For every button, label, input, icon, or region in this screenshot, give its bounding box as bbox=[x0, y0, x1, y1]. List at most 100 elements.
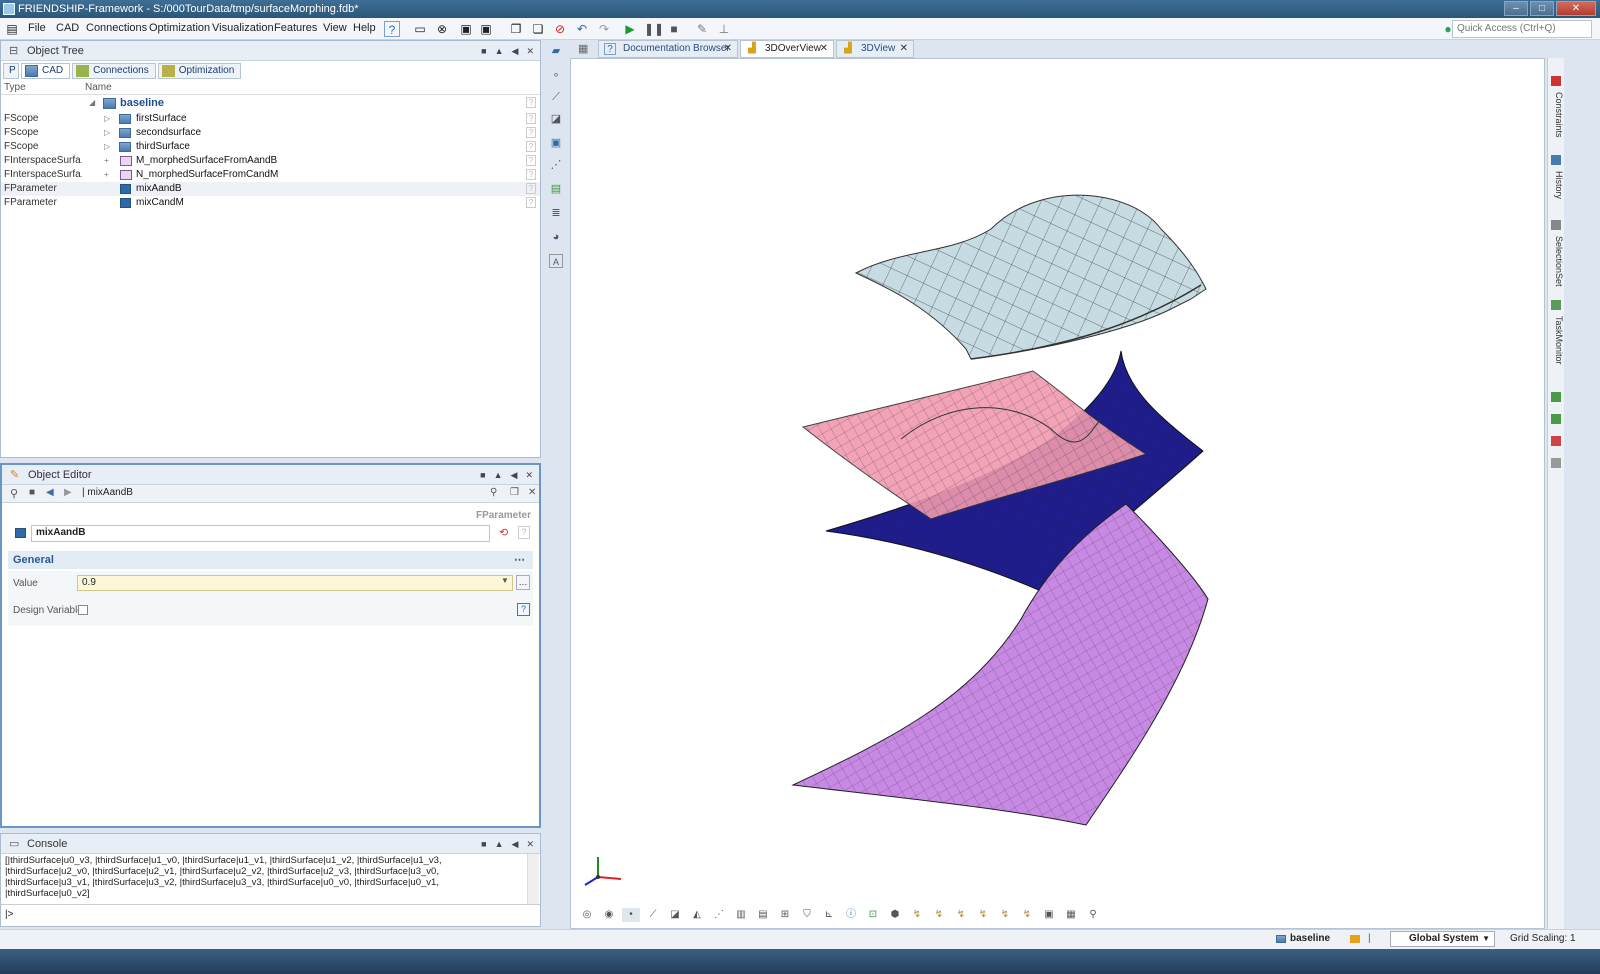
app-menu-icon[interactable]: ▤ bbox=[4, 21, 20, 37]
text-icon[interactable]: A bbox=[549, 254, 563, 268]
view-bottom-icon[interactable]: ↯ bbox=[974, 908, 992, 922]
menu-features[interactable]: Features bbox=[274, 22, 317, 34]
maximize-button[interactable]: □ bbox=[1530, 1, 1554, 16]
expand-icon[interactable]: + bbox=[104, 154, 109, 168]
image-icon[interactable]: ▣ bbox=[549, 136, 563, 150]
tree-row[interactable]: FParameter mixCandM ? bbox=[1, 196, 540, 210]
tab-3dview[interactable]: ▟ 3DView ✕ bbox=[836, 40, 914, 58]
copy-icon[interactable]: ❐ bbox=[508, 21, 524, 37]
panel-max-icon[interactable]: ▲ bbox=[495, 834, 504, 854]
panel-restore-icon[interactable]: ■ bbox=[480, 465, 485, 485]
section-general[interactable]: General ⋯ bbox=[8, 551, 533, 569]
undo-icon[interactable]: ↶ bbox=[574, 21, 590, 37]
tab-close-icon[interactable]: ✕ bbox=[900, 41, 908, 57]
view-section-icon[interactable]: ▥ bbox=[732, 908, 750, 922]
stop-icon[interactable]: ■ bbox=[666, 21, 682, 37]
view-point-icon[interactable]: ◎ bbox=[578, 908, 596, 922]
layers-icon[interactable]: ≣ bbox=[549, 206, 563, 220]
tab-close-icon[interactable]: ✕ bbox=[724, 41, 732, 57]
stop-icon[interactable]: ■ bbox=[29, 487, 35, 498]
help-icon[interactable]: ? bbox=[517, 603, 530, 616]
grid-icon[interactable]: ▦ bbox=[1062, 908, 1080, 922]
small-tool-icon[interactable] bbox=[1551, 414, 1561, 424]
panel-restore-icon[interactable]: ■ bbox=[481, 41, 486, 61]
tree-row[interactable]: FScope ▷ secondsurface ? bbox=[1, 126, 540, 140]
view-front-icon[interactable]: ↯ bbox=[908, 908, 926, 922]
quick-access-input[interactable]: Quick Access (Ctrl+Q) bbox=[1452, 20, 1592, 38]
tree-root-row[interactable]: ◢ baseline ? bbox=[1, 96, 540, 112]
object-name-field[interactable]: mixAandB bbox=[31, 525, 490, 542]
tab-connections[interactable]: Connections bbox=[72, 63, 156, 79]
view-lock-icon[interactable]: ⊡ bbox=[864, 908, 882, 922]
close-icon[interactable]: ✕ bbox=[528, 487, 536, 498]
view-cube-icon[interactable]: ⬢ bbox=[886, 908, 904, 922]
view-dot-icon[interactable]: • bbox=[622, 908, 640, 922]
view-left-icon[interactable]: ↯ bbox=[996, 908, 1014, 922]
panel-min-icon[interactable]: ◀ bbox=[512, 41, 519, 61]
pause-icon[interactable]: ❚❚ bbox=[644, 21, 664, 37]
expand-icon[interactable]: + bbox=[104, 168, 109, 182]
panel-min-icon[interactable]: ◀ bbox=[511, 465, 518, 485]
paste-icon[interactable]: ❏ bbox=[530, 21, 546, 37]
expand-icon[interactable]: ▷ bbox=[104, 126, 110, 140]
save-icon[interactable]: ▣ bbox=[458, 21, 474, 37]
collapse-icon[interactable]: ◢ bbox=[89, 96, 95, 110]
point-icon[interactable]: ∘ bbox=[549, 68, 563, 82]
dropdown-icon[interactable]: ▼ bbox=[501, 576, 509, 585]
help-icon[interactable]: ? bbox=[526, 183, 536, 194]
stop-sign-icon[interactable]: ⊘ bbox=[552, 21, 568, 37]
view-top-icon[interactable]: ↯ bbox=[952, 908, 970, 922]
menu-file[interactable]: File bbox=[28, 22, 46, 34]
line-icon[interactable]: ⋰ bbox=[549, 158, 563, 172]
coordinate-system-select[interactable]: Global System ▼ bbox=[1390, 931, 1495, 947]
tab-documentation-browser[interactable]: ? Documentation Browser ✕ bbox=[598, 40, 738, 58]
column-type[interactable]: Type bbox=[4, 82, 26, 93]
small-tool-icon[interactable] bbox=[1551, 436, 1561, 446]
view-line-icon[interactable]: ⋰ bbox=[710, 908, 728, 922]
view-grid-icon[interactable]: ⊞ bbox=[776, 908, 794, 922]
menu-optimization[interactable]: Optimization bbox=[149, 22, 210, 34]
redo-icon[interactable]: ↷ bbox=[596, 21, 612, 37]
folder-icon[interactable]: ▰ bbox=[549, 44, 563, 58]
tab-close-icon[interactable]: ✕ bbox=[820, 41, 828, 57]
expand-icon[interactable]: ▷ bbox=[104, 112, 110, 126]
grid-view-icon[interactable]: ▦ bbox=[578, 42, 592, 56]
close-button[interactable]: ✕ bbox=[1556, 1, 1596, 16]
tree-row[interactable]: FScope ▷ thirdSurface ? bbox=[1, 140, 540, 154]
zoom-icon[interactable]: ⚲ bbox=[1084, 908, 1102, 922]
panel-close-icon[interactable]: ✕ bbox=[526, 834, 534, 854]
panel-close-icon[interactable]: ✕ bbox=[526, 41, 534, 61]
view-back-icon[interactable]: ↯ bbox=[930, 908, 948, 922]
tree-row-selected[interactable]: FParameter mixAandB ? bbox=[1, 182, 540, 196]
help-icon[interactable]: ? bbox=[526, 127, 536, 138]
help-icon[interactable]: ? bbox=[518, 526, 530, 539]
save-as-icon[interactable]: ▣ bbox=[478, 21, 494, 37]
status-scope[interactable]: baseline bbox=[1290, 930, 1330, 948]
anchor-icon[interactable]: ⊥ bbox=[716, 21, 732, 37]
tab-selectionset[interactable]: SelectionSet bbox=[1549, 218, 1564, 296]
tab-3doverview[interactable]: ▟ 3DOverView ✕ bbox=[740, 40, 834, 58]
copy-icon[interactable]: ❐ bbox=[510, 487, 519, 498]
help-icon[interactable]: ? bbox=[526, 169, 536, 180]
back-icon[interactable]: ◀ bbox=[46, 487, 54, 498]
table-icon[interactable]: ▤ bbox=[549, 182, 563, 196]
menu-help[interactable]: Help bbox=[353, 22, 376, 34]
tree-row[interactable]: FScope ▷ firstSurface ? bbox=[1, 112, 540, 126]
help-icon[interactable]: ? bbox=[526, 113, 536, 124]
help-icon[interactable]: ? bbox=[526, 141, 536, 152]
menu-connections[interactable]: Connections bbox=[86, 22, 147, 34]
small-tool-icon[interactable] bbox=[1551, 392, 1561, 402]
view-axis-icon[interactable]: ⊾ bbox=[820, 908, 838, 922]
tab-history[interactable]: History bbox=[1549, 153, 1564, 213]
console-prompt[interactable]: |> bbox=[5, 909, 13, 920]
surface-icon[interactable]: ◪ bbox=[549, 112, 563, 126]
console-scrollbar[interactable] bbox=[527, 854, 539, 904]
view-delete-icon[interactable]: ▤ bbox=[754, 908, 772, 922]
curve-icon[interactable]: ⟋ bbox=[549, 90, 563, 104]
view-surface-icon[interactable]: ◪ bbox=[666, 908, 684, 922]
view-curve-icon[interactable]: ⟋ bbox=[644, 908, 662, 922]
panel-restore-icon[interactable]: ■ bbox=[481, 834, 486, 854]
forward-icon[interactable]: ▶ bbox=[64, 487, 72, 498]
pin-icon[interactable]: ⚲ bbox=[10, 487, 18, 500]
panel-close-icon[interactable]: ✕ bbox=[525, 465, 533, 485]
